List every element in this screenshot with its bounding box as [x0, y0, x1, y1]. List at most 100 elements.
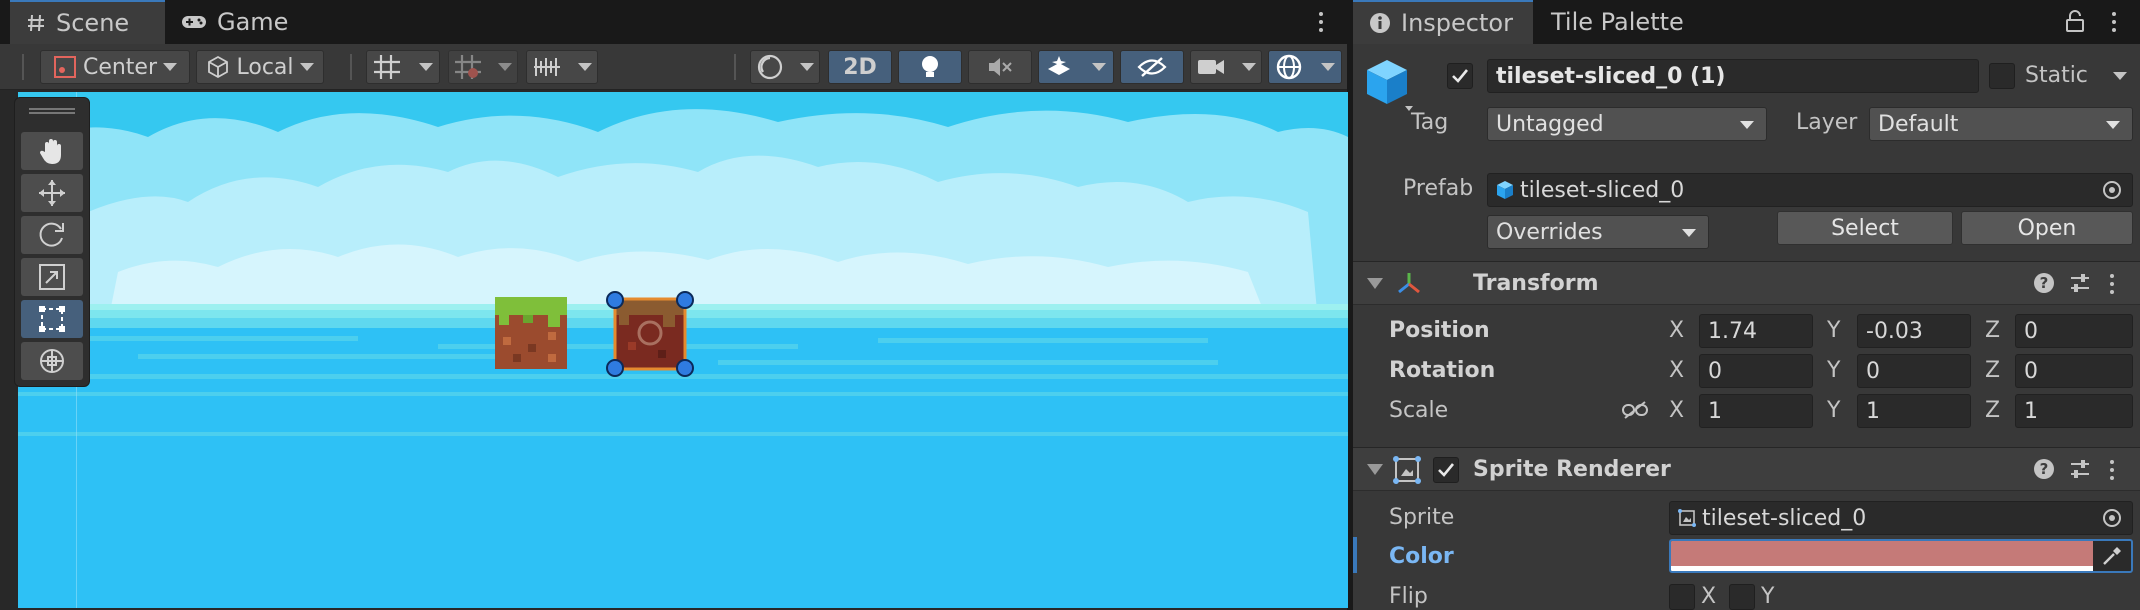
- tab-game[interactable]: Game: [165, 0, 305, 44]
- position-x-value: 1.74: [1708, 318, 1757, 344]
- position-y-field[interactable]: -0.03: [1857, 314, 1971, 348]
- position-z-axis-label: Z: [1985, 318, 2001, 343]
- scene-more-icon[interactable]: [1318, 12, 1324, 32]
- selected-tinted-tile-sprite[interactable]: [613, 297, 687, 371]
- draw-mode-button[interactable]: [750, 50, 820, 84]
- foldout-arrow-icon[interactable]: [1367, 278, 1383, 289]
- tab-inspector[interactable]: Inspector: [1353, 0, 1533, 44]
- position-z-value: 0: [2024, 318, 2038, 344]
- component-more-icon[interactable]: [2109, 460, 2115, 480]
- component-more-icon[interactable]: [2109, 274, 2115, 294]
- pivot-rotation-label: Local: [236, 54, 294, 80]
- prefab-open-button[interactable]: Open: [1961, 211, 2133, 245]
- foldout-arrow-icon[interactable]: [1367, 464, 1383, 475]
- tab-tile-palette[interactable]: Tile Palette: [1535, 0, 1725, 44]
- chevron-down-icon: [419, 63, 433, 71]
- transform-header[interactable]: Transform ?: [1353, 261, 2140, 305]
- audio-toggle-button[interactable]: [968, 50, 1032, 84]
- sprite-asset-field[interactable]: tileset-sliced_0: [1669, 501, 2133, 535]
- flip-x-checkbox[interactable]: [1669, 584, 1695, 610]
- scale-tool-button[interactable]: [21, 258, 83, 296]
- align-snap-button[interactable]: [526, 50, 598, 84]
- transform-all-icon: [37, 346, 67, 376]
- object-name-text: tileset-sliced_0 (1): [1496, 63, 1726, 89]
- chevron-down-icon: [299, 63, 314, 71]
- help-icon[interactable]: ?: [2033, 458, 2055, 480]
- toolbar-divider: [350, 54, 352, 80]
- sprite-renderer-header[interactable]: Sprite Renderer ?: [1353, 447, 2140, 491]
- chevron-down-icon: [799, 63, 814, 71]
- prefab-cube-icon: [1496, 180, 1514, 200]
- pivot-mode-dropdown[interactable]: Center: [40, 50, 190, 84]
- rotate-tool-button[interactable]: [21, 216, 83, 254]
- gizmos-button[interactable]: [1268, 50, 1342, 84]
- static-checkbox[interactable]: [1989, 63, 2015, 89]
- overlay-grip[interactable]: [29, 108, 75, 114]
- hand-tool-button[interactable]: [21, 132, 83, 170]
- layer-dropdown[interactable]: Default: [1869, 107, 2133, 141]
- position-x-field[interactable]: 1.74: [1699, 314, 1813, 348]
- hidden-objects-toggle-button[interactable]: [1120, 50, 1184, 84]
- constrain-proportions-link-icon[interactable]: [1621, 400, 1649, 420]
- tab-inspector-label: Inspector: [1401, 9, 1513, 37]
- move-arrows-icon: [37, 178, 67, 208]
- inspector-more-icon[interactable]: [2111, 12, 2117, 32]
- help-icon[interactable]: ?: [2033, 272, 2055, 294]
- overrides-dropdown[interactable]: Overrides: [1487, 215, 1709, 249]
- chevron-down-icon: [1321, 63, 1335, 71]
- prefab-select-button[interactable]: Select: [1777, 211, 1953, 245]
- hand-icon: [37, 136, 67, 166]
- layer-value: Default: [1878, 111, 1959, 137]
- rotation-z-field[interactable]: 0: [2015, 354, 2133, 388]
- rotate-icon: [37, 220, 67, 250]
- sprite-renderer-icon: [1393, 456, 1421, 484]
- transform-axes-icon: [1395, 270, 1423, 298]
- prefab-select-label: Select: [1831, 215, 1899, 241]
- rotation-y-field[interactable]: 0: [1857, 354, 1971, 388]
- object-picker-icon[interactable]: [2102, 508, 2122, 528]
- layers-effects-icon: [1046, 54, 1072, 80]
- lighting-toggle-button[interactable]: [898, 50, 962, 84]
- scale-z-value: 1: [2024, 398, 2038, 424]
- object-picker-icon[interactable]: [2102, 180, 2122, 200]
- color-field[interactable]: [1669, 539, 2133, 573]
- pivot-rotation-dropdown[interactable]: Local: [196, 50, 324, 84]
- preset-sliders-icon[interactable]: [2069, 272, 2091, 294]
- scale-x-field[interactable]: 1: [1699, 394, 1813, 428]
- checkmark-icon: [1452, 69, 1469, 83]
- position-z-field[interactable]: 0: [2015, 314, 2133, 348]
- 2d-toggle-button[interactable]: 2D: [828, 50, 892, 84]
- flip-x-label: X: [1701, 584, 1717, 609]
- scale-z-field[interactable]: 1: [2015, 394, 2133, 428]
- camera-settings-button[interactable]: [1190, 50, 1262, 84]
- chevron-down-icon: [578, 63, 592, 71]
- prefab-asset-field[interactable]: tileset-sliced_0: [1487, 173, 2133, 207]
- flip-y-checkbox[interactable]: [1729, 584, 1755, 610]
- rotation-x-field[interactable]: 0: [1699, 354, 1813, 388]
- object-name-field[interactable]: tileset-sliced_0 (1): [1487, 59, 1979, 93]
- grass-tile-sprite[interactable]: [495, 297, 567, 369]
- active-checkbox[interactable]: [1447, 63, 1473, 89]
- info-icon: [1369, 12, 1391, 34]
- tab-scene[interactable]: Scene: [10, 0, 165, 44]
- scene-viewport[interactable]: [18, 92, 1348, 608]
- increment-snap-button[interactable]: [448, 50, 518, 84]
- static-label: Static: [2025, 63, 2088, 88]
- rect-tool-button[interactable]: [21, 300, 83, 338]
- tag-dropdown[interactable]: Untagged: [1487, 107, 1767, 141]
- move-tool-button[interactable]: [21, 174, 83, 212]
- chevron-down-icon: [498, 63, 512, 71]
- chevron-down-icon[interactable]: [2113, 72, 2127, 80]
- camera-icon: [1197, 57, 1225, 77]
- scale-z-axis-label: Z: [1985, 398, 2001, 423]
- transform-tool-button[interactable]: [21, 342, 83, 380]
- scale-y-field[interactable]: 1: [1857, 394, 1971, 428]
- preset-sliders-icon[interactable]: [2069, 458, 2091, 480]
- sprite-renderer-enabled-checkbox[interactable]: [1433, 457, 1459, 483]
- grid-snapping-button[interactable]: [366, 50, 440, 84]
- rect-transform-icon: [37, 304, 67, 334]
- effects-toggle-button[interactable]: [1038, 50, 1114, 84]
- local-cube-icon: [206, 55, 230, 79]
- lock-icon[interactable]: [2065, 10, 2085, 32]
- eyedropper-icon[interactable]: [2101, 545, 2123, 567]
